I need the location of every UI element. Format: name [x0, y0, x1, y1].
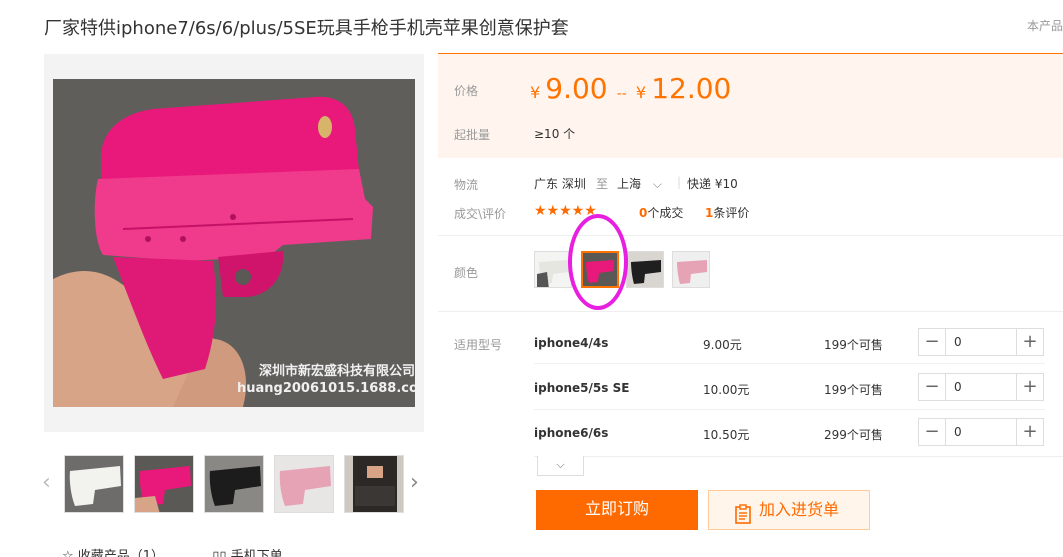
- sku-model: iphone4/4s: [534, 336, 609, 350]
- color-swatch-black[interactable]: [626, 251, 664, 288]
- chevron-down-icon: ⌵: [652, 177, 662, 191]
- logistics-destination: 上海: [617, 177, 642, 191]
- logistics-label: 物流: [454, 178, 479, 192]
- sku-stock: 199个可售: [824, 338, 883, 352]
- price-box: 价格 ¥ 9.00 -- ¥ 12.00 起批量 ≥10 个: [438, 53, 1063, 158]
- watermark-url: huang20061015.1688.com: [237, 381, 415, 396]
- buy-now-button[interactable]: 立即订购: [536, 490, 698, 530]
- thumbnail-pink[interactable]: [274, 455, 334, 513]
- sku-label: 适用型号: [454, 338, 503, 352]
- chevron-left-icon[interactable]: ‹: [42, 470, 51, 495]
- corner-note: 本产品: [1026, 19, 1063, 33]
- logistics-destination-select[interactable]: 上海 ⌵: [617, 175, 662, 192]
- rating-stars: ★★★★★: [534, 203, 597, 219]
- thumbnail-black[interactable]: [204, 455, 264, 513]
- price-high: 12.00: [651, 72, 732, 105]
- mobile-order-link[interactable]: ▯▯ 手机下单: [212, 549, 282, 557]
- review-count[interactable]: 1条评价: [705, 204, 749, 221]
- add-to-purchase-list-button[interactable]: 加入进货单: [708, 490, 870, 530]
- color-swatch-rose[interactable]: [581, 251, 619, 288]
- quantity-input[interactable]: [947, 374, 1015, 400]
- sku-price: 10.50元: [703, 428, 750, 442]
- bottom-links: ☆ 收藏产品（1） ▯▯ 手机下单: [62, 545, 287, 557]
- divider: [438, 311, 1063, 312]
- price-label: 价格: [454, 84, 479, 98]
- chevron-down-icon: ⌵: [556, 458, 565, 471]
- product-photo: 深圳市新宏盛科技有限公司 huang20061015.1688.com: [53, 79, 415, 407]
- currency-symbol-2: ¥: [635, 83, 647, 102]
- add-to-purchase-list-label: 加入进货单: [759, 500, 840, 519]
- plus-icon[interactable]: +: [1016, 419, 1043, 445]
- thumbnail-white[interactable]: [64, 455, 124, 513]
- sku-stock: 199个可售: [824, 383, 883, 397]
- minus-icon[interactable]: −: [919, 419, 946, 445]
- quantity-stepper: − +: [918, 373, 1044, 401]
- sku-stock: 299个可售: [824, 428, 883, 442]
- deal-count-suffix: 个成交: [647, 206, 684, 220]
- color-swatch-pink[interactable]: [672, 251, 710, 288]
- moq-value: ≥10 个: [534, 127, 576, 141]
- minus-icon[interactable]: −: [919, 329, 946, 355]
- deal-count[interactable]: 0个成交: [639, 204, 683, 221]
- deals-label: 成交\评价: [454, 207, 507, 221]
- plus-icon[interactable]: +: [1016, 329, 1043, 355]
- price-separator: --: [616, 86, 627, 102]
- sku-model: iphone5/5s SE: [534, 381, 630, 395]
- row-divider: [534, 409, 1045, 410]
- color-swatch-white[interactable]: [534, 251, 572, 288]
- logistics-to-word: 至: [596, 177, 609, 191]
- express-fee: 快递 ¥10: [687, 177, 738, 191]
- divider: [438, 235, 1063, 236]
- product-title: 厂家特供iphone7/6s/6/plus/5SE玩具手枪手机壳苹果创意保护套: [44, 18, 569, 39]
- logistics-from: 广东 深圳: [534, 177, 586, 191]
- color-label: 颜色: [454, 266, 479, 280]
- chevron-right-icon[interactable]: ›: [410, 470, 419, 495]
- quantity-stepper: − +: [918, 328, 1044, 356]
- plus-icon[interactable]: +: [1016, 374, 1043, 400]
- quantity-stepper: − +: [918, 418, 1044, 446]
- watermark-company: 深圳市新宏盛科技有限公司: [259, 364, 415, 379]
- quantity-input[interactable]: [947, 419, 1015, 445]
- minus-icon[interactable]: −: [919, 374, 946, 400]
- clipboard-icon: [735, 500, 751, 538]
- sku-price: 9.00元: [703, 338, 742, 352]
- price-low: 9.00: [545, 72, 608, 105]
- row-divider: [534, 363, 1045, 364]
- quantity-input[interactable]: [947, 329, 1015, 355]
- favorite-link[interactable]: ☆ 收藏产品（1）: [62, 549, 164, 557]
- moq-label: 起批量: [454, 128, 491, 142]
- currency-symbol: ¥: [530, 83, 541, 102]
- sku-price: 10.00元: [703, 383, 750, 397]
- review-count-suffix: 条评价: [713, 206, 750, 220]
- divider: [534, 456, 1063, 457]
- logistics-divider: |: [677, 175, 682, 189]
- thumbnail-lifestyle[interactable]: [344, 455, 404, 513]
- thumbnail-rose[interactable]: [134, 455, 194, 513]
- sku-model: iphone6/6s: [534, 426, 609, 440]
- expand-sku-button[interactable]: ⌵: [537, 456, 584, 476]
- main-image-panel: 深圳市新宏盛科技有限公司 huang20061015.1688.com: [44, 54, 424, 432]
- price-range: ¥ 9.00 -- ¥ 12.00: [530, 72, 731, 105]
